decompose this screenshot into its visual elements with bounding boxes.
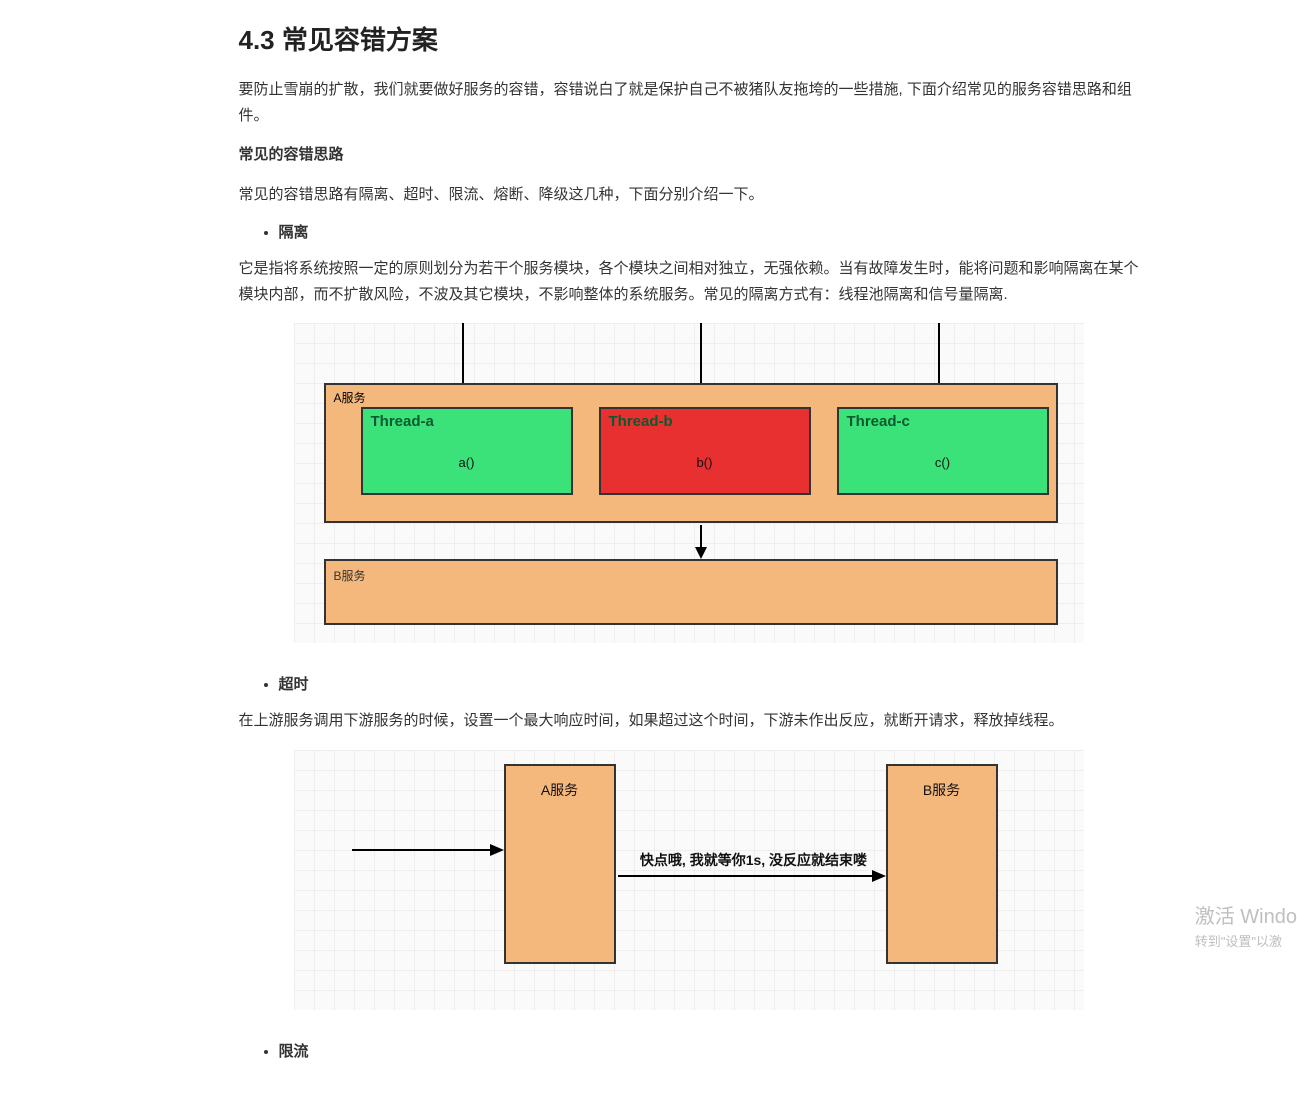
- windows-activation-watermark: 激活 Windo 转到"设置"以激: [1195, 902, 1297, 952]
- thread-a-title: Thread-a: [371, 413, 434, 430]
- timeout-paragraph: 在上游服务调用下游服务的时候，设置一个最大响应时间，如果超过这个时间，下游未作出…: [239, 708, 1139, 734]
- timeout-service-b-label: B服务: [888, 780, 996, 800]
- document-page: 4.3 常见容错方案 要防止雪崩的扩散，我们就要做好服务的容错，容错说白了就是保…: [119, 0, 1179, 1115]
- diagram-timeout: A服务 快点哦, 我就等你1s, 没反应就结束喽 B服务: [294, 750, 1084, 1010]
- thread-b-box: Thread-b b(): [599, 407, 811, 495]
- arrow-right-icon: [618, 866, 886, 886]
- thread-a-call: a(): [363, 455, 571, 470]
- arrow-down-icon: [691, 525, 711, 559]
- service-b-box: B服务: [324, 559, 1058, 625]
- thread-c-call: c(): [839, 455, 1047, 470]
- isolation-paragraph: 它是指将系统按照一定的原则划分为若干个服务模块，各个模块之间相对独立，无强依赖。…: [239, 256, 1139, 307]
- timeout-service-a: A服务: [504, 764, 616, 964]
- bullet-ratelimit: 限流: [279, 1040, 1139, 1061]
- bullet-list: 超时: [239, 673, 1139, 694]
- bullet-list: 限流: [239, 1040, 1139, 1061]
- timeout-service-b: B服务: [886, 764, 998, 964]
- thread-c-box: Thread-c c(): [837, 407, 1049, 495]
- service-a-box: A服务 Thread-a a() Thread-b b() Thread-c c…: [324, 383, 1058, 523]
- watermark-line1: 激活 Windo: [1195, 902, 1297, 932]
- thread-b-call: b(): [601, 455, 809, 470]
- thread-b-title: Thread-b: [609, 413, 673, 430]
- watermark-line2: 转到"设置"以激: [1195, 932, 1297, 952]
- service-a-label: A服务: [334, 389, 366, 406]
- intro-paragraph: 要防止雪崩的扩散，我们就要做好服务的容错，容错说白了就是保护自己不被猪队友拖垮的…: [239, 77, 1139, 128]
- thread-a-box: Thread-a a(): [361, 407, 573, 495]
- bullet-timeout: 超时: [279, 673, 1139, 694]
- timeout-service-a-label: A服务: [506, 780, 614, 800]
- subheading-ideas: 常见的容错思路: [239, 142, 1139, 168]
- diagram-isolation: A服务 Thread-a a() Thread-b b() Thread-c c…: [294, 323, 1084, 643]
- arrow-right-icon: [352, 840, 504, 860]
- bullet-list: 隔离: [239, 221, 1139, 242]
- thread-c-title: Thread-c: [847, 413, 910, 430]
- service-b-label: B服务: [334, 567, 366, 584]
- section-heading: 4.3 常见容错方案: [239, 20, 1139, 57]
- ideas-paragraph: 常见的容错思路有隔离、超时、限流、熔断、降级这几种，下面分别介绍一下。: [239, 182, 1139, 208]
- bullet-isolation: 隔离: [279, 221, 1139, 242]
